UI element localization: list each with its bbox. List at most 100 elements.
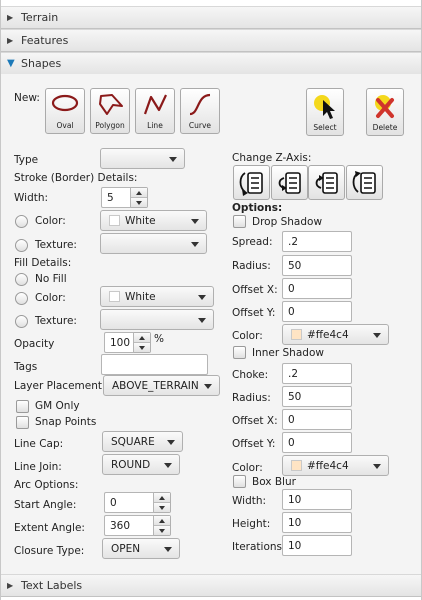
- increment-button[interactable]: [154, 516, 170, 525]
- no-fill-radio[interactable]: [15, 273, 28, 286]
- stroke-color-radio[interactable]: [15, 215, 28, 228]
- offset-x-input[interactable]: 0: [282, 278, 352, 299]
- fill-texture-radio[interactable]: [15, 315, 28, 328]
- type-combo[interactable]: [100, 148, 185, 169]
- start-angle-value[interactable]: 0: [104, 492, 154, 513]
- snap-points-label: Snap Points: [35, 416, 97, 428]
- line-cap-combo[interactable]: SQUARE: [102, 431, 183, 452]
- fill-color-radio[interactable]: [15, 292, 28, 305]
- opacity-label: Opacity: [14, 338, 55, 350]
- opacity-spinner[interactable]: 100: [104, 332, 151, 353]
- dropdown-caret-icon: [198, 318, 206, 323]
- inner-offset-x-input[interactable]: 0: [282, 409, 352, 430]
- inner-shadow-checkbox[interactable]: [233, 346, 246, 359]
- layer-combo[interactable]: ABOVE_TERRAIN: [103, 375, 220, 396]
- shapes-content: New: Oval Polygon Line Curve Select Dele…: [1, 74, 421, 574]
- dropdown-caret-icon: [191, 242, 199, 247]
- inner-shadow-label: Inner Shadow: [252, 347, 324, 359]
- increment-button[interactable]: [134, 333, 150, 342]
- stroke-texture-combo[interactable]: [100, 233, 207, 254]
- send-backward-icon: [315, 171, 338, 194]
- select-button[interactable]: Select: [306, 88, 344, 136]
- curve-tool-label: Curve: [188, 121, 212, 130]
- layer-value: ABOVE_TERRAIN: [112, 379, 199, 392]
- offset-x-label: Offset X:: [232, 284, 278, 296]
- drop-shadow-color-value: #ffe4c4: [307, 328, 349, 341]
- offset-y-input[interactable]: 0: [282, 301, 352, 322]
- line-join-combo[interactable]: ROUND: [102, 454, 180, 475]
- closure-type-label: Closure Type:: [14, 545, 85, 557]
- tags-input[interactable]: [101, 354, 208, 375]
- arc-header: Arc Options:: [14, 479, 79, 491]
- radius-input[interactable]: 50: [282, 255, 352, 276]
- send-backward-button[interactable]: [308, 165, 345, 200]
- box-blur-checkbox[interactable]: [233, 475, 246, 488]
- curve-tool-button[interactable]: Curve: [180, 88, 220, 134]
- accordion-text-labels[interactable]: ▶ Text Labels: [1, 574, 421, 597]
- stroke-width-value[interactable]: 5: [101, 187, 131, 208]
- dropdown-caret-icon: [167, 440, 175, 445]
- accordion-features[interactable]: ▶ Features: [1, 29, 421, 52]
- send-to-back-button[interactable]: [346, 165, 383, 200]
- increment-button[interactable]: [154, 493, 170, 502]
- inner-offset-x-label: Offset X:: [232, 415, 278, 427]
- spread-input[interactable]: .2: [282, 231, 352, 252]
- inner-offset-y-input[interactable]: 0: [282, 432, 352, 453]
- bring-to-front-button[interactable]: [233, 165, 270, 200]
- select-label: Select: [313, 123, 337, 132]
- dropdown-caret-icon: [204, 384, 212, 389]
- collapsed-arrow-icon: ▶: [7, 13, 14, 22]
- start-angle-label: Start Angle:: [14, 499, 77, 511]
- inner-shadow-color-label: Color:: [232, 462, 263, 474]
- stroke-width-spinner[interactable]: 5: [101, 187, 148, 208]
- gm-only-checkbox[interactable]: [16, 400, 29, 413]
- blur-width-input[interactable]: 10: [282, 489, 352, 510]
- increment-button[interactable]: [131, 188, 147, 197]
- extent-angle-spinner[interactable]: 360: [104, 515, 171, 536]
- extent-angle-value[interactable]: 360: [104, 515, 154, 536]
- line-tool-button[interactable]: Line: [135, 88, 175, 134]
- stroke-texture-radio[interactable]: [15, 239, 28, 252]
- decrement-button[interactable]: [134, 342, 150, 352]
- oval-tool-button[interactable]: Oval: [45, 88, 85, 134]
- bring-to-front-icon: [239, 171, 263, 196]
- start-angle-spinner[interactable]: 0: [104, 492, 171, 513]
- drop-shadow-color-picker[interactable]: #ffe4c4: [282, 324, 389, 345]
- accordion-terrain[interactable]: ▶ Terrain: [1, 6, 421, 29]
- inner-radius-label: Radius:: [232, 392, 271, 404]
- extent-angle-label: Extent Angle:: [14, 522, 85, 534]
- drop-shadow-checkbox[interactable]: [233, 215, 246, 228]
- blur-width-label: Width:: [232, 495, 267, 507]
- type-label: Type: [14, 154, 39, 166]
- accordion-features-label: Features: [21, 34, 69, 47]
- decrement-button[interactable]: [131, 197, 147, 207]
- color-swatch: [109, 215, 120, 226]
- z-axis-label: Change Z-Axis:: [232, 152, 312, 164]
- accordion-shapes[interactable]: ▼ Shapes: [1, 52, 421, 75]
- fill-texture-combo[interactable]: [100, 309, 214, 330]
- tags-label: Tags: [14, 361, 38, 373]
- inner-radius-input[interactable]: 50: [282, 386, 352, 407]
- blur-height-input[interactable]: 10: [282, 512, 352, 533]
- fill-texture-label: Texture:: [35, 315, 77, 327]
- fill-color-picker[interactable]: White: [100, 286, 214, 307]
- offset-y-label: Offset Y:: [232, 307, 276, 319]
- iterations-input[interactable]: 10: [282, 535, 352, 556]
- inner-shadow-color-picker[interactable]: #ffe4c4: [282, 455, 389, 476]
- decrement-button[interactable]: [154, 525, 170, 535]
- stroke-color-picker[interactable]: White: [100, 210, 207, 231]
- closure-type-combo[interactable]: OPEN: [102, 538, 180, 559]
- choke-label: Choke:: [232, 369, 269, 381]
- decrement-button[interactable]: [154, 502, 170, 512]
- snap-points-checkbox[interactable]: [16, 416, 29, 429]
- choke-input[interactable]: .2: [282, 363, 352, 384]
- box-blur-label: Box Blur: [252, 476, 296, 488]
- fill-color-label: Color:: [35, 292, 66, 304]
- stroke-width-label: Width:: [14, 192, 49, 204]
- bring-forward-button[interactable]: [271, 165, 308, 200]
- opacity-value[interactable]: 100: [104, 332, 134, 353]
- options-header: Options:: [232, 202, 283, 214]
- delete-button[interactable]: Delete: [366, 88, 404, 136]
- radius-label: Radius:: [232, 260, 271, 272]
- polygon-tool-button[interactable]: Polygon: [90, 88, 130, 134]
